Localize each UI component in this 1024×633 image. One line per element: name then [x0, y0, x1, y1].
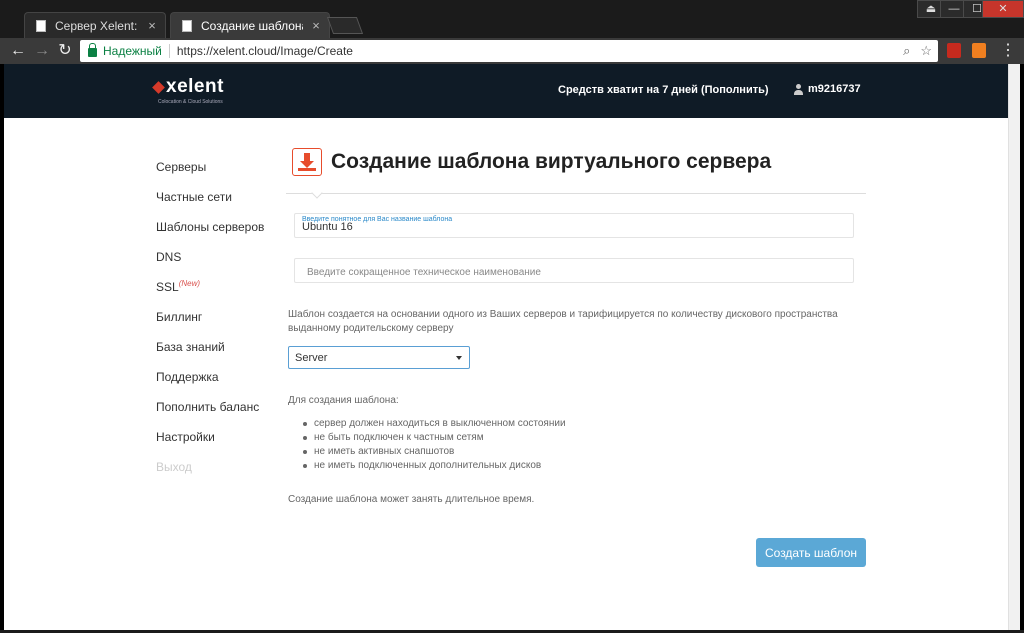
sidebar-item-knowledge-base[interactable]: База знаний: [156, 340, 281, 370]
divider-notch: [311, 187, 323, 199]
page-icon: [36, 20, 46, 32]
forward-icon[interactable]: →: [32, 41, 52, 61]
secure-label: Надежный: [103, 44, 162, 58]
page-heading: Создание шаблона виртуального сервера: [292, 148, 771, 176]
page-title: Создание шаблона виртуального сервера: [331, 150, 772, 173]
lock-icon: [88, 42, 97, 57]
server-select-value: Server: [295, 352, 328, 364]
page-scrollbar[interactable]: [1008, 64, 1020, 630]
template-name-field[interactable]: Введите понятное для Вас название шаблон…: [294, 213, 854, 238]
web-page: xelent Colocation & Cloud Solutions Сред…: [4, 64, 1008, 630]
bookmark-icon[interactable]: [972, 43, 986, 58]
pdf-icon[interactable]: [947, 43, 961, 58]
list-item: не иметь подключенных дополнительных дис…: [300, 459, 566, 473]
browser-toolbar: ← → ↻ Надежный https://xelent.cloud/Imag…: [0, 38, 1024, 64]
sidebar-item-settings[interactable]: Настройки: [156, 430, 281, 460]
logo[interactable]: xelent Colocation & Cloud Solutions: [152, 76, 224, 105]
list-item: сервер должен находиться в выключенном с…: [300, 417, 566, 431]
requirements-list: сервер должен находиться в выключенном с…: [300, 417, 566, 473]
sidebar-item-billing[interactable]: Биллинг: [156, 310, 281, 340]
page-icon: [182, 20, 192, 32]
zoom-icon[interactable]: ⌕: [903, 43, 910, 59]
url-text[interactable]: https://xelent.cloud/Image/Create: [177, 44, 353, 58]
new-badge: (New): [178, 279, 201, 288]
close-window-button[interactable]: ✕: [982, 0, 1024, 18]
logo-subtitle: Colocation & Cloud Solutions: [158, 99, 223, 105]
star-icon[interactable]: ☆: [920, 43, 932, 59]
tab-close-icon[interactable]: ×: [145, 18, 159, 33]
logo-mark-icon: [152, 81, 165, 94]
new-tab-button[interactable]: [326, 17, 364, 34]
tab-title: Сервер Xelent: 46.229.2: [55, 18, 139, 33]
template-name-value[interactable]: Ubuntu 16: [302, 221, 353, 233]
tab-close-icon[interactable]: ×: [309, 18, 323, 33]
sidebar-item-support[interactable]: Поддержка: [156, 370, 281, 400]
address-bar[interactable]: Надежный https://xelent.cloud/Image/Crea…: [80, 40, 938, 62]
menu-icon[interactable]: ⋮: [1000, 42, 1016, 60]
sidebar-item-label: SSL: [156, 280, 179, 294]
sidebar-item-server-templates[interactable]: Шаблоны серверов: [156, 220, 281, 250]
sidebar-item-top-up[interactable]: Пополнить баланс: [156, 400, 281, 430]
list-item: не иметь активных снапшотов: [300, 445, 566, 459]
heading-divider: [286, 193, 866, 194]
sidebar-item-logout[interactable]: Выход: [156, 460, 281, 490]
create-template-button[interactable]: Создать шаблон: [756, 538, 866, 567]
reload-icon[interactable]: ↻: [55, 41, 75, 61]
omnibox-divider: [168, 44, 170, 58]
technical-name-field[interactable]: Введите сокращенное техническое наименов…: [294, 258, 854, 283]
tab-server[interactable]: Сервер Xelent: 46.229.2 ×: [24, 12, 166, 38]
logo-text: xelent: [166, 76, 224, 97]
server-select[interactable]: Server: [288, 346, 470, 369]
tab-title: Создание шаблона вирт: [201, 18, 303, 33]
sidebar-item-ssl[interactable]: SSL(New): [156, 279, 281, 310]
tab-create-template[interactable]: Создание шаблона вирт ×: [170, 12, 330, 38]
sidebar-item-dns[interactable]: DNS: [156, 250, 281, 280]
caret-down-icon: [456, 356, 462, 360]
requirements-title: Для создания шаблона:: [288, 395, 399, 406]
list-item: не быть подключен к частным сетям: [300, 431, 566, 445]
template-description: Шаблон создается на основании одного из …: [288, 309, 838, 334]
omnibox-actions: ⌕ ☆: [903, 40, 932, 62]
sidebar-item-private-networks[interactable]: Частные сети: [156, 190, 281, 220]
download-icon: [292, 148, 322, 176]
back-icon[interactable]: ←: [8, 41, 28, 61]
main-content: Создание шаблона виртуального сервера Вв…: [286, 64, 866, 630]
technical-name-placeholder: Введите сокращенное техническое наименов…: [307, 267, 541, 278]
sidebar-item-servers[interactable]: Серверы: [156, 160, 281, 190]
sidebar: Серверы Частные сети Шаблоны серверов DN…: [156, 160, 281, 490]
browser-titlebar: Сервер Xelent: 46.229.2 × Создание шабло…: [0, 0, 1024, 38]
duration-note: Создание шаблона может занять длительное…: [288, 494, 535, 505]
